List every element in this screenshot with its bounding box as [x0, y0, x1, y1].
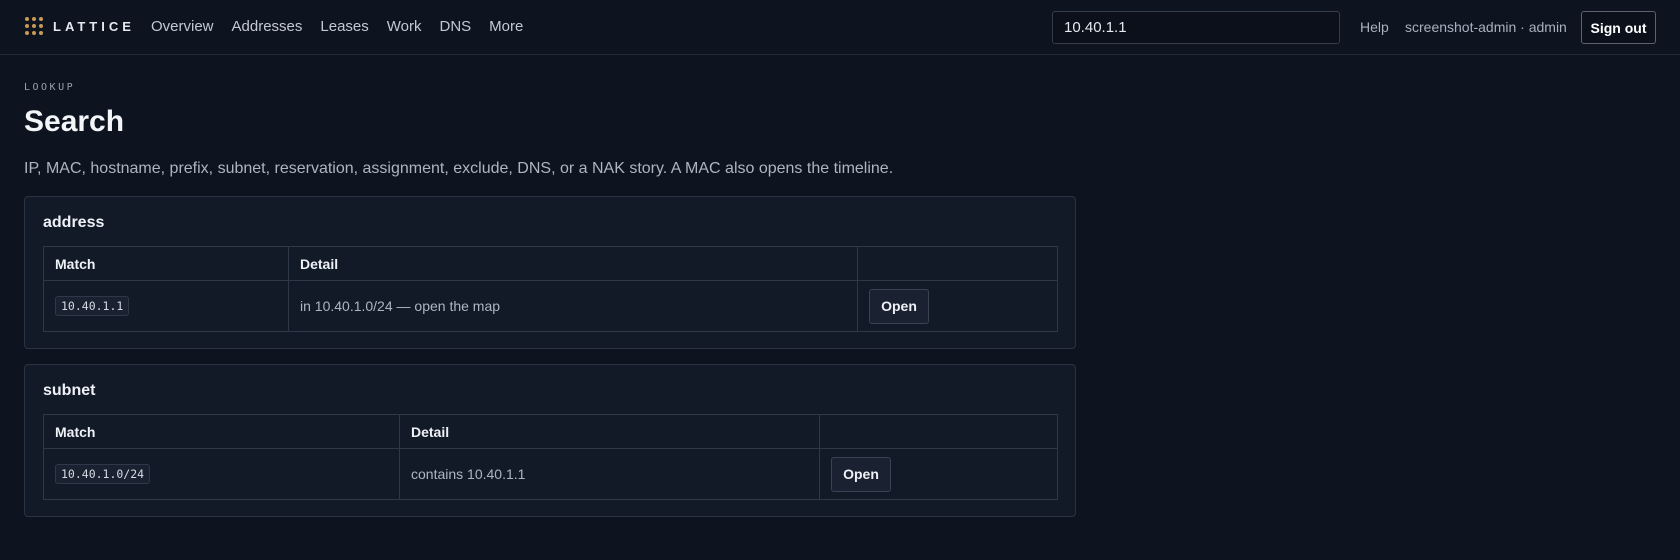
- page-eyebrow: LOOKUP: [24, 82, 76, 93]
- open-button[interactable]: Open: [831, 456, 891, 492]
- table-header-row: Match Detail: [43, 246, 1058, 281]
- main-nav: Overview Addresses Leases Work DNS More: [151, 18, 523, 35]
- column-header-match: Match: [43, 246, 289, 281]
- match-cell: 10.40.1.0/24: [43, 448, 400, 500]
- page-title: Search: [24, 105, 125, 138]
- help-link[interactable]: Help: [1360, 19, 1389, 35]
- result-card-address: address Match Detail 10.40.1.1 in 10.40.…: [24, 196, 1076, 349]
- nav-item-more[interactable]: More: [489, 18, 523, 35]
- column-header-detail: Detail: [399, 414, 820, 449]
- results-table: Match Detail 10.40.1.1 in 10.40.1.0/24 —…: [43, 246, 1058, 332]
- nav-item-addresses[interactable]: Addresses: [232, 18, 303, 35]
- nav-item-overview[interactable]: Overview: [151, 18, 214, 35]
- match-cell: 10.40.1.1: [43, 280, 289, 332]
- brand-logo[interactable]: LATTICE: [25, 17, 135, 35]
- action-cell: Open: [857, 280, 1058, 332]
- detail-cell: contains 10.40.1.1: [399, 448, 820, 500]
- result-card-title: address: [43, 214, 105, 231]
- result-card-title: subnet: [43, 382, 96, 399]
- grid-dots-icon: [25, 17, 43, 35]
- nav-item-dns[interactable]: DNS: [440, 18, 472, 35]
- match-value: 10.40.1.0/24: [55, 464, 151, 484]
- table-row: 10.40.1.1 in 10.40.1.0/24 — open the map…: [43, 280, 1058, 332]
- result-card-subnet: subnet Match Detail 10.40.1.0/24 contain…: [24, 364, 1076, 517]
- table-header-row: Match Detail: [43, 414, 1058, 449]
- action-cell: Open: [819, 448, 1058, 500]
- top-bar: LATTICE Overview Addresses Leases Work D…: [0, 0, 1680, 55]
- table-row: 10.40.1.0/24 contains 10.40.1.1 Open: [43, 448, 1058, 500]
- nav-item-leases[interactable]: Leases: [320, 18, 368, 35]
- match-value: 10.40.1.1: [55, 296, 130, 316]
- user-label: screenshot-admin · admin: [1405, 19, 1567, 35]
- sign-out-button[interactable]: Sign out: [1581, 11, 1656, 44]
- column-header-action: [819, 414, 1058, 449]
- nav-item-work[interactable]: Work: [387, 18, 422, 35]
- search-input[interactable]: [1052, 11, 1340, 44]
- results-table: Match Detail 10.40.1.0/24 contains 10.40…: [43, 414, 1058, 500]
- page-description: IP, MAC, hostname, prefix, subnet, reser…: [24, 160, 894, 177]
- open-button[interactable]: Open: [869, 288, 929, 324]
- column-header-action: [857, 246, 1058, 281]
- column-header-match: Match: [43, 414, 400, 449]
- detail-cell: in 10.40.1.0/24 — open the map: [288, 280, 858, 332]
- column-header-detail: Detail: [288, 246, 858, 281]
- brand-name: LATTICE: [53, 18, 135, 34]
